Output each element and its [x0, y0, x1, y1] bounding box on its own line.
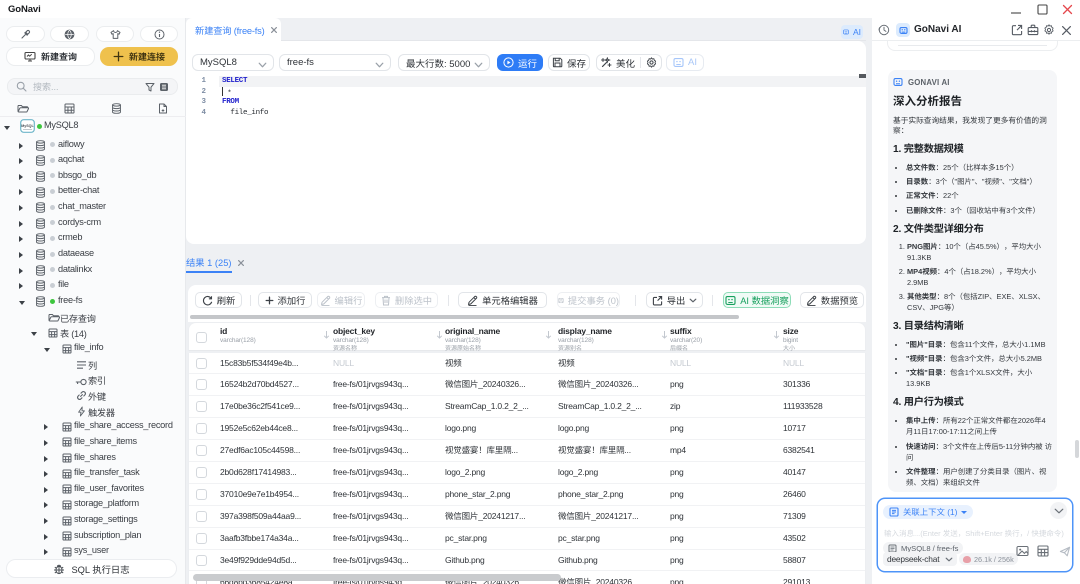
svg-text:MySQL: MySQL	[21, 124, 34, 128]
